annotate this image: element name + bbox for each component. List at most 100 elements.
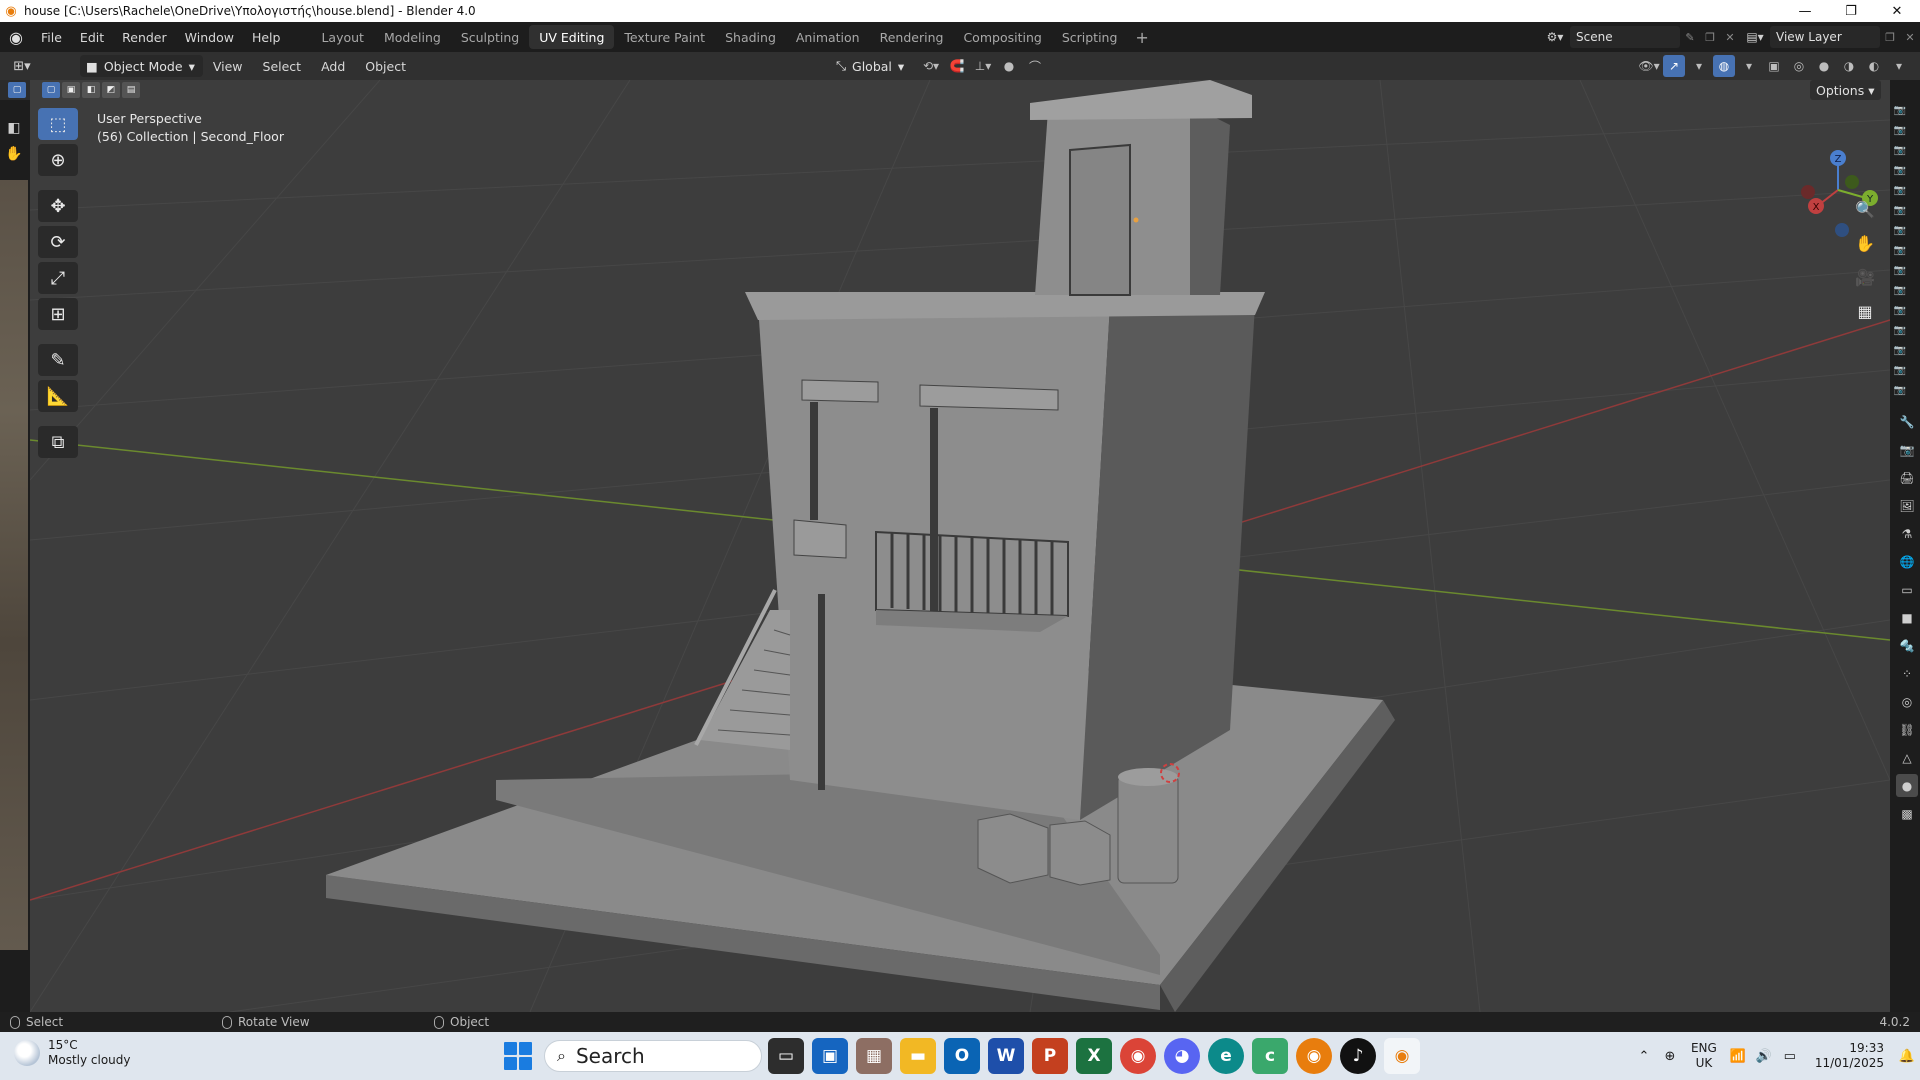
rotate-tool-icon[interactable]: ⟳ <box>38 226 78 258</box>
camera-icon[interactable]: 📷 <box>1890 180 1910 200</box>
snap-target-icon[interactable]: ⊥▾ <box>972 55 994 77</box>
scale-tool-icon[interactable]: ⤢ <box>38 262 78 294</box>
blender-launcher-icon[interactable]: ◉ <box>1296 1038 1332 1074</box>
constraints-properties-icon[interactable]: ⛓ <box>1896 718 1918 741</box>
object-properties-icon[interactable]: ■ <box>1896 606 1918 629</box>
material-properties-icon[interactable]: ● <box>1896 774 1918 797</box>
menu-add[interactable]: Add <box>311 59 355 74</box>
options-dropdown[interactable]: Options ▾ <box>1810 80 1881 100</box>
tab-scripting[interactable]: Scripting <box>1052 25 1128 49</box>
volume-icon[interactable]: 🔊 <box>1751 1041 1777 1071</box>
tab-sculpting[interactable]: Sculpting <box>451 25 529 49</box>
chevron-up-icon[interactable]: ⌃ <box>1631 1041 1657 1071</box>
menu-help[interactable]: Help <box>243 22 290 52</box>
invert-selection-icon[interactable]: ◩ <box>102 82 120 98</box>
solid-shading-icon[interactable]: ● <box>1813 55 1835 77</box>
tab-rendering[interactable]: Rendering <box>870 25 954 49</box>
scene-icon[interactable]: ⚙▾ <box>1540 26 1570 48</box>
output-properties-icon[interactable]: 🖨 <box>1896 466 1918 489</box>
camera-icon[interactable]: 📷 <box>1890 220 1910 240</box>
camera-icon[interactable]: 📷 <box>1890 140 1910 160</box>
mode-dropdown[interactable]: ■ Object Mode ▾ <box>80 55 203 77</box>
gizmo-dropdown-icon[interactable]: ▾ <box>1688 55 1710 77</box>
tab-compositing[interactable]: Compositing <box>953 25 1051 49</box>
add-workspace-button[interactable]: + <box>1127 28 1156 47</box>
camera-icon[interactable]: 📷 <box>1890 160 1910 180</box>
cursor-tool-icon[interactable]: ⊕ <box>38 144 78 176</box>
view-layer-field[interactable]: View Layer <box>1770 26 1880 48</box>
menu-object[interactable]: Object <box>355 59 416 74</box>
maximize-button[interactable]: ❐ <box>1828 0 1874 22</box>
rendered-shading-icon[interactable]: ◐ <box>1863 55 1885 77</box>
menu-edit[interactable]: Edit <box>71 22 113 52</box>
falloff-icon[interactable]: ⌒ <box>1024 55 1046 77</box>
texture-properties-icon[interactable]: ▩ <box>1896 802 1918 825</box>
set-new-selection-icon[interactable]: ▢ <box>42 82 60 98</box>
powerpoint-icon[interactable]: P <box>1032 1038 1068 1074</box>
select-box-tool-icon[interactable]: ⬚ <box>38 108 78 140</box>
tab-texture-paint[interactable]: Texture Paint <box>614 25 715 49</box>
scene-name-field[interactable]: Scene <box>1570 26 1680 48</box>
tab-uv-editing[interactable]: UV Editing <box>529 25 615 49</box>
pan-hand-icon[interactable]: ✋ <box>1850 229 1880 257</box>
weather-widget[interactable]: 15°C Mostly cloudy <box>14 1038 131 1068</box>
menu-file[interactable]: File <box>32 22 71 52</box>
camera-icon[interactable]: 📷 <box>1890 100 1910 120</box>
transform-tool-icon[interactable]: ⊞ <box>38 298 78 330</box>
camera-icon[interactable]: 📷 <box>1890 320 1910 340</box>
world-properties-icon[interactable]: 🌐 <box>1896 550 1918 573</box>
edge-icon[interactable]: e <box>1208 1038 1244 1074</box>
camera-icon[interactable]: 📷 <box>1890 300 1910 320</box>
file-explorer-icon[interactable]: ▬ <box>900 1038 936 1074</box>
discord-icon[interactable]: ◕ <box>1164 1038 1200 1074</box>
3d-viewport[interactable]: Z X Y <box>30 80 1890 1012</box>
cgtrader-icon[interactable]: c <box>1252 1038 1288 1074</box>
chrome-icon[interactable]: ◉ <box>1120 1038 1156 1074</box>
hand-icon[interactable]: ✋ <box>4 144 24 164</box>
battery-icon[interactable]: ▭ <box>1777 1041 1803 1071</box>
camera-icon[interactable]: 📷 <box>1890 260 1910 280</box>
language-indicator[interactable]: ENG UK <box>1691 1041 1717 1071</box>
notification-bell-icon[interactable]: 🔔 <box>1894 1041 1920 1071</box>
zoom-icon[interactable]: 🔍 <box>1850 195 1880 223</box>
perspective-toggle-icon[interactable]: ▦ <box>1850 297 1880 325</box>
pivot-icon[interactable]: ⟲▾ <box>920 55 942 77</box>
excel-icon[interactable]: X <box>1076 1038 1112 1074</box>
menu-render[interactable]: Render <box>113 22 176 52</box>
network-status-icon[interactable]: ⊕ <box>1657 1041 1683 1071</box>
tool-settings-icon[interactable]: 🔧 <box>1896 410 1918 433</box>
add-cube-tool-icon[interactable]: ⧉ <box>38 426 78 458</box>
menu-select[interactable]: Select <box>253 59 312 74</box>
camera-icon[interactable]: 📷 <box>1890 380 1910 400</box>
camera-icon[interactable]: 📷 <box>1890 240 1910 260</box>
menu-view[interactable]: View <box>203 59 253 74</box>
close-button[interactable]: ✕ <box>1874 0 1920 22</box>
tab-layout[interactable]: Layout <box>311 25 374 49</box>
gizmo-icon[interactable]: ↗ <box>1663 55 1685 77</box>
collection-properties-icon[interactable]: ▭ <box>1896 578 1918 601</box>
snap-icon[interactable]: 🧲 <box>946 55 968 77</box>
transform-orientation-dropdown[interactable]: ⤡ Global ▾ <box>836 55 904 77</box>
proportional-edit-icon[interactable]: ● <box>998 55 1020 77</box>
camera-icon[interactable]: 📷 <box>1890 280 1910 300</box>
camera-icon[interactable]: 📷 <box>1890 120 1910 140</box>
pin-scene-icon[interactable]: ✎ <box>1680 26 1700 48</box>
select-mode-icon[interactable]: ▢ <box>8 82 26 98</box>
blender-menu-icon[interactable]: ◉ <box>0 22 32 52</box>
menu-window[interactable]: Window <box>176 22 243 52</box>
tab-modeling[interactable]: Modeling <box>374 25 451 49</box>
wifi-icon[interactable]: 📶 <box>1725 1041 1751 1071</box>
data-properties-icon[interactable]: △ <box>1896 746 1918 769</box>
extend-selection-icon[interactable]: ▣ <box>62 82 80 98</box>
overlay-icon[interactable]: ◍ <box>1713 55 1735 77</box>
new-view-layer-icon[interactable]: ❐ <box>1880 26 1900 48</box>
editor-type-icon[interactable]: ⊞▾ <box>4 55 40 77</box>
tab-shading[interactable]: Shading <box>715 25 786 49</box>
camera-icon[interactable]: 📷 <box>1890 360 1910 380</box>
view-layer-properties-icon[interactable]: 🖼 <box>1896 494 1918 517</box>
camera-icon[interactable]: 📷 <box>1890 200 1910 220</box>
tab-animation[interactable]: Animation <box>786 25 870 49</box>
store-icon[interactable]: ▣ <box>812 1038 848 1074</box>
wireframe-shading-icon[interactable]: ◎ <box>1788 55 1810 77</box>
delete-view-layer-icon[interactable]: ✕ <box>1900 26 1920 48</box>
